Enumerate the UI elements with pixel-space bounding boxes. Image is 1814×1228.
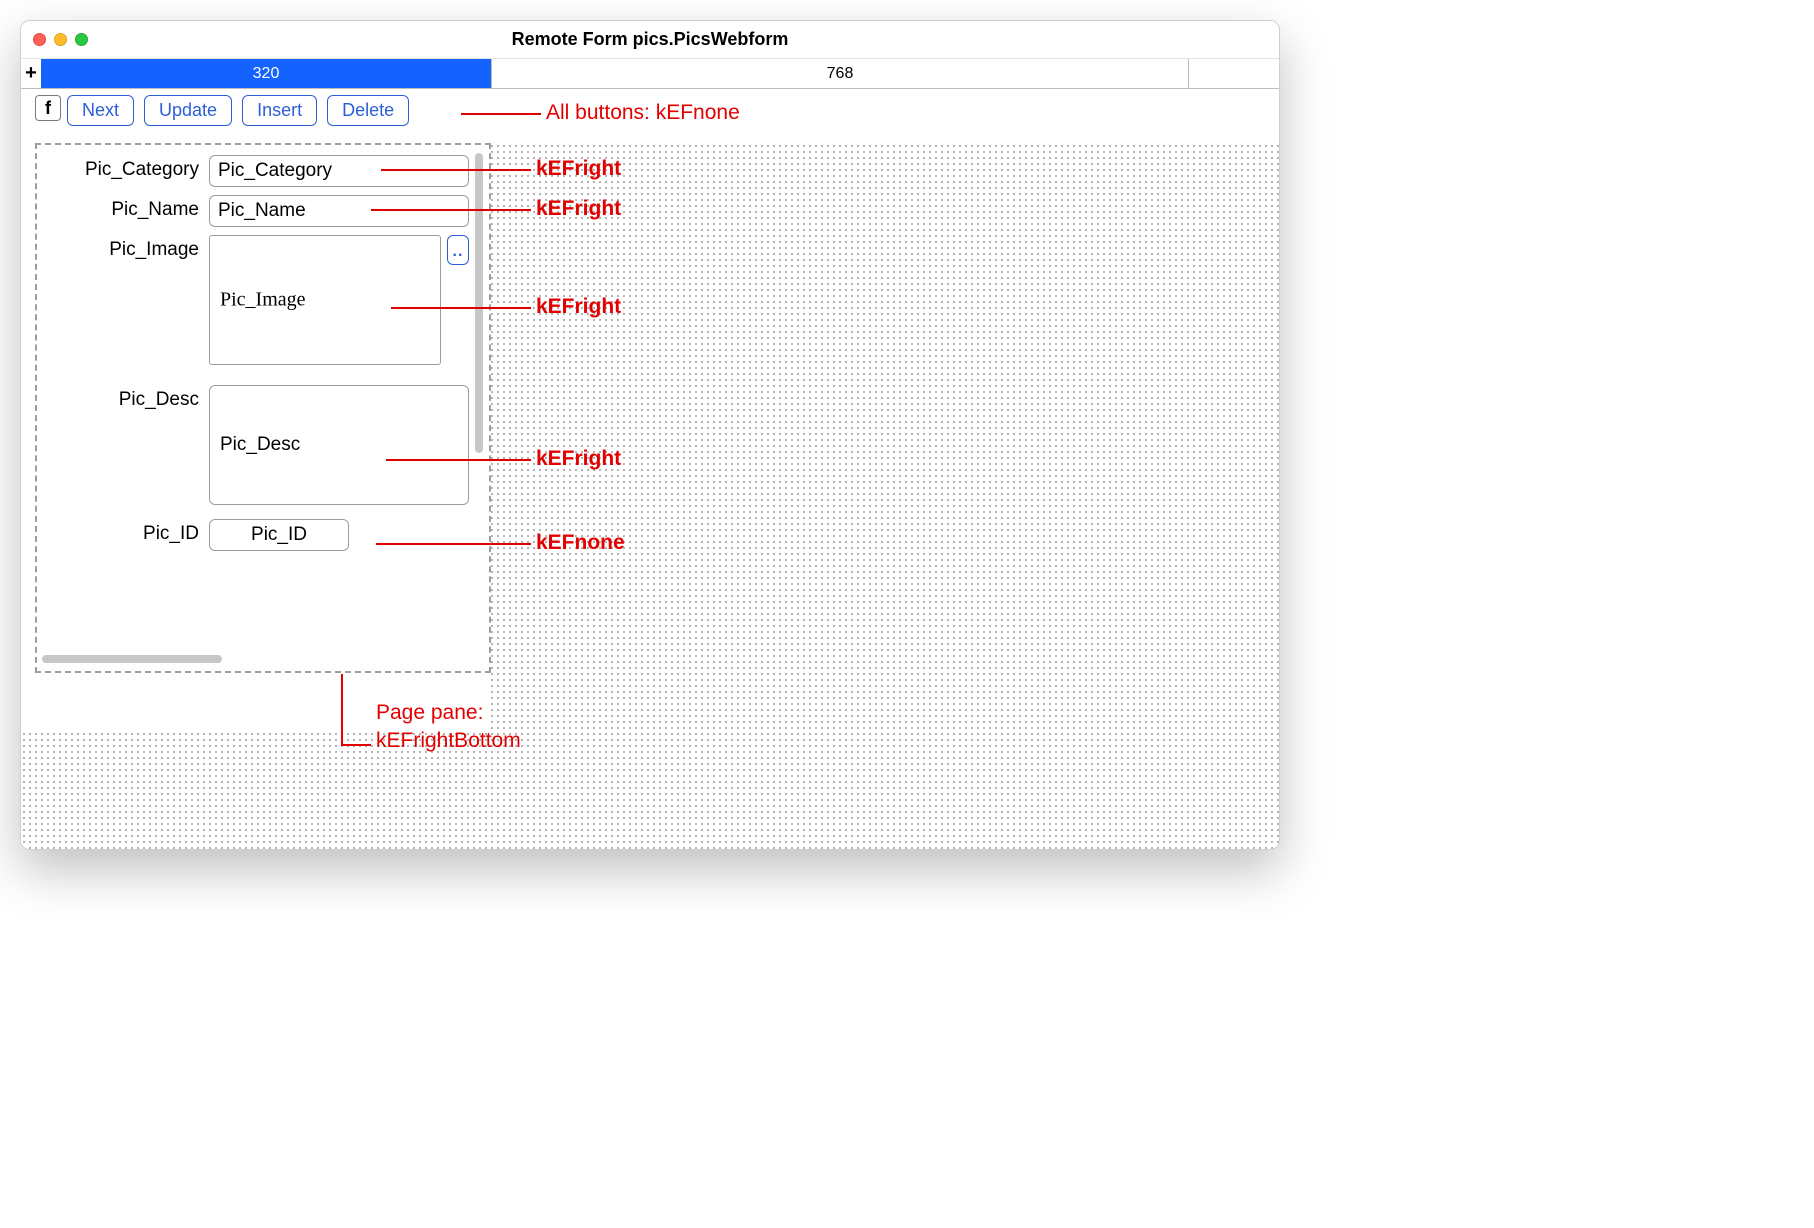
field-pic-id[interactable]: Pic_ID bbox=[209, 519, 349, 551]
page-pane[interactable]: Pic_Category Pic_Category Pic_Name Pic_N… bbox=[35, 143, 491, 673]
annotation-pagepane-1: Page pane: bbox=[376, 701, 483, 725]
maximize-icon[interactable] bbox=[75, 33, 88, 46]
field-pic-name[interactable]: Pic_Name bbox=[209, 195, 469, 227]
annotation-leader-id bbox=[376, 543, 531, 545]
pic-image-text: Pic_Image bbox=[220, 289, 306, 312]
label-pic-name: Pic_Name bbox=[49, 195, 209, 221]
vertical-scrollbar[interactable] bbox=[475, 153, 483, 453]
update-button[interactable]: Update bbox=[144, 95, 232, 126]
annotation-pagepane-2: kEFrightBottom bbox=[376, 729, 521, 753]
row-pic-name: Pic_Name Pic_Name bbox=[49, 195, 469, 227]
annotation-buttons: All buttons: kEFnone bbox=[546, 101, 740, 125]
annotation-image: kEFright bbox=[536, 295, 621, 319]
window: Remote Form pics.PicsWebform + 320 768 f… bbox=[20, 20, 1280, 850]
field-pic-category[interactable]: Pic_Category bbox=[209, 155, 469, 187]
label-pic-id: Pic_ID bbox=[49, 519, 209, 545]
annotation-leader-pagepane-v bbox=[341, 674, 343, 744]
breakpoint-end bbox=[1189, 59, 1279, 88]
label-pic-desc: Pic_Desc bbox=[49, 385, 209, 411]
annotation-leader-name bbox=[371, 209, 531, 211]
row-pic-desc: Pic_Desc Pic_Desc bbox=[49, 385, 469, 505]
titlebar: Remote Form pics.PicsWebform bbox=[21, 21, 1279, 59]
annotation-name: kEFright bbox=[536, 197, 621, 221]
annotation-leader-image bbox=[391, 307, 531, 309]
insert-button[interactable]: Insert bbox=[242, 95, 317, 126]
field-pic-desc[interactable]: Pic_Desc bbox=[209, 385, 469, 505]
row-pic-id: Pic_ID Pic_ID bbox=[49, 519, 469, 551]
design-canvas[interactable]: f Next Update Insert Delete Pic_Category… bbox=[21, 89, 1279, 849]
delete-button[interactable]: Delete bbox=[327, 95, 409, 126]
annotation-leader-category bbox=[381, 169, 531, 171]
row-pic-category: Pic_Category Pic_Category bbox=[49, 155, 469, 187]
field-pic-image[interactable]: Pic_Image bbox=[209, 235, 441, 365]
traffic-lights bbox=[33, 33, 88, 46]
window-title: Remote Form pics.PicsWebform bbox=[21, 29, 1279, 50]
breakpoint-768[interactable]: 768 bbox=[491, 59, 1189, 88]
button-row: Next Update Insert Delete bbox=[67, 95, 409, 126]
annotation-leader-desc bbox=[386, 459, 531, 461]
annotation-id: kEFnone bbox=[536, 531, 625, 555]
breakpoint-320[interactable]: 320 bbox=[41, 59, 491, 88]
form-badge[interactable]: f bbox=[35, 95, 61, 121]
annotation-category: kEFright bbox=[536, 157, 621, 181]
annotation-desc: kEFright bbox=[536, 447, 621, 471]
row-pic-image: Pic_Image Pic_Image .. bbox=[49, 235, 469, 365]
form-inner: Pic_Category Pic_Category Pic_Name Pic_N… bbox=[49, 155, 469, 559]
label-pic-image: Pic_Image bbox=[49, 235, 209, 261]
add-breakpoint-button[interactable]: + bbox=[21, 59, 41, 88]
annotation-leader-buttons bbox=[461, 113, 541, 115]
label-pic-category: Pic_Category bbox=[49, 155, 209, 181]
breakpoint-bar: + 320 768 bbox=[21, 59, 1279, 89]
annotation-leader-pagepane-h bbox=[341, 744, 371, 746]
minimize-icon[interactable] bbox=[54, 33, 67, 46]
image-block: Pic_Image .. bbox=[209, 235, 469, 365]
close-icon[interactable] bbox=[33, 33, 46, 46]
browse-button[interactable]: .. bbox=[447, 235, 469, 265]
next-button[interactable]: Next bbox=[67, 95, 134, 126]
